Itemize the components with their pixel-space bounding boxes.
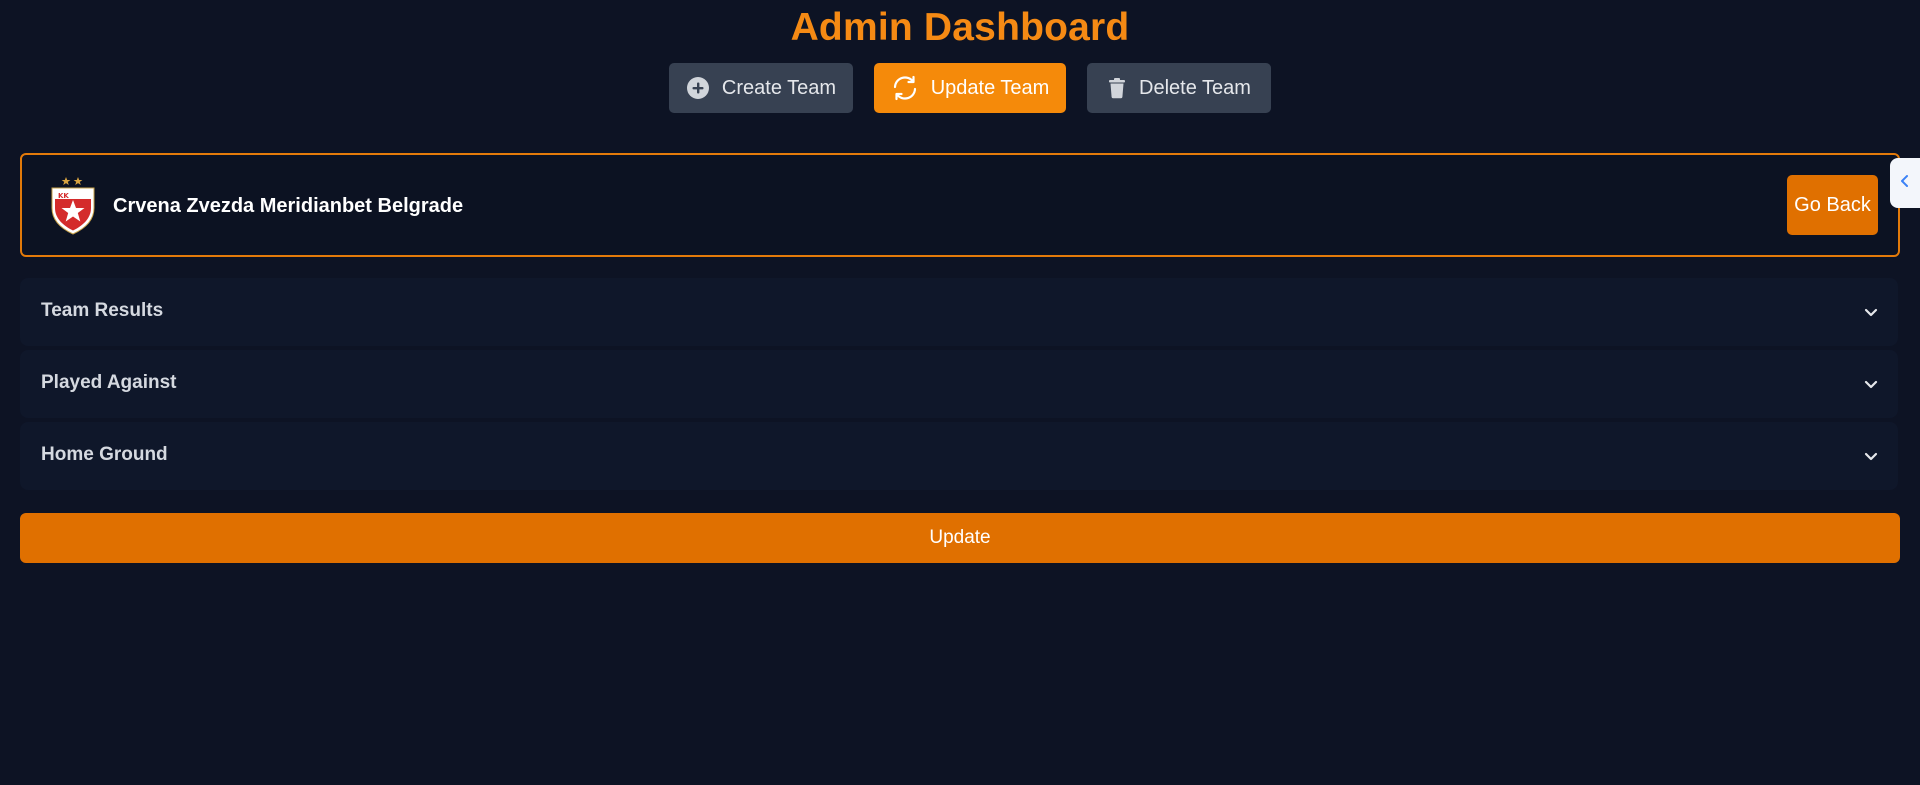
chevron-left-icon bbox=[1899, 173, 1911, 194]
accordion-label-home-ground: Home Ground bbox=[41, 444, 168, 465]
team-crest-logo: KK bbox=[48, 174, 98, 236]
crest-letters: KK bbox=[58, 192, 69, 200]
refresh-icon bbox=[891, 74, 919, 102]
accordion-team-results[interactable]: Team Results bbox=[20, 278, 1898, 346]
accordion-label-team-results: Team Results bbox=[41, 300, 164, 321]
side-panel-toggle[interactable] bbox=[1890, 158, 1920, 208]
create-team-label: Create Team bbox=[721, 76, 837, 99]
create-team-button[interactable]: Create Team bbox=[669, 63, 853, 113]
page-title: Admin Dashboard bbox=[790, 6, 1130, 49]
update-team-button[interactable]: Update Team bbox=[874, 63, 1066, 113]
team-action-toolbar: Create Team Update Team Delete Team bbox=[0, 63, 1920, 113]
delete-team-label: Delete Team bbox=[1139, 76, 1251, 99]
accordion-home-ground[interactable]: Home Ground bbox=[20, 422, 1898, 490]
admin-dashboard-page: Admin Dashboard Create Team Update Team … bbox=[0, 0, 1920, 785]
chevron-down-icon bbox=[1864, 305, 1878, 323]
go-back-button[interactable]: Go Back bbox=[1787, 175, 1878, 235]
accordion-label-played-against: Played Against bbox=[41, 372, 177, 393]
selected-team-card: KK Crvena Zvezda Meridianbet Belgrade Go… bbox=[20, 153, 1900, 257]
update-team-label: Update Team bbox=[930, 76, 1050, 99]
team-name: Crvena Zvezda Meridianbet Belgrade bbox=[113, 195, 464, 217]
accordion-played-against[interactable]: Played Against bbox=[20, 350, 1898, 418]
update-submit-button[interactable]: Update bbox=[20, 513, 1900, 563]
plus-circle-icon bbox=[686, 76, 710, 100]
chevron-down-icon bbox=[1864, 377, 1878, 395]
chevron-down-icon bbox=[1864, 449, 1878, 467]
delete-team-button[interactable]: Delete Team bbox=[1087, 63, 1271, 113]
trash-icon bbox=[1107, 77, 1127, 99]
